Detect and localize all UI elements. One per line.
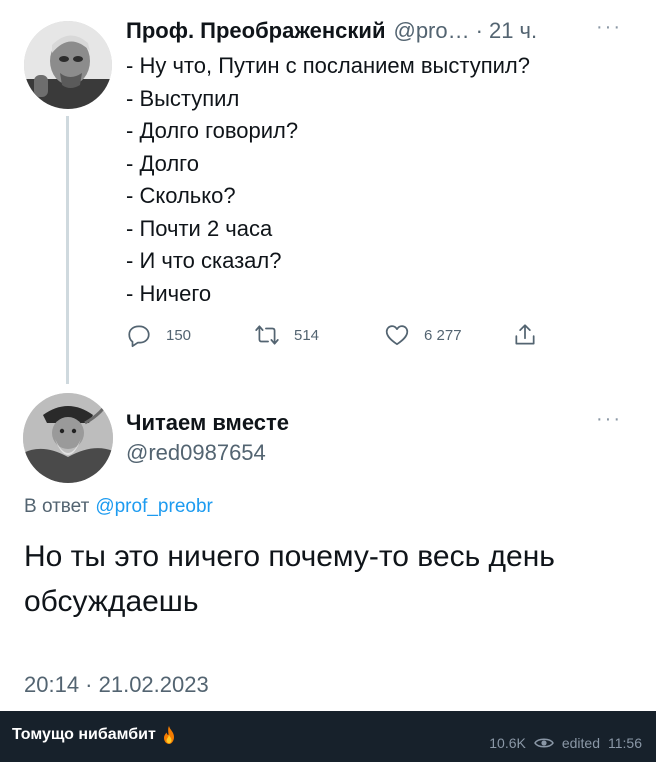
reply-button[interactable]: 150 (126, 322, 191, 348)
reply-count: 150 (166, 326, 192, 344)
tweet-line: - Ничего (126, 280, 212, 306)
view-count: 10.6K (489, 735, 526, 751)
post-meta: 10.6K edited 11:56 (489, 735, 642, 751)
heart-icon (385, 325, 409, 346)
author-avatar[interactable] (24, 21, 112, 109)
edited-label: edited (561, 735, 600, 751)
thread-line (66, 116, 69, 384)
tweet-line: - Выступил (126, 85, 240, 111)
fire-emoji-icon (163, 726, 174, 744)
tweet-header: Проф. Преображенский @pro… · 21 ч. (126, 18, 537, 46)
more-options-icon[interactable]: ··· (596, 17, 622, 37)
reply-to-prefix: В ответ (24, 496, 90, 517)
author-handle[interactable]: @pro… (393, 18, 469, 44)
author-name[interactable]: Проф. Преображенский (126, 18, 385, 44)
tweet-text: - Ну что, Путин с посланием выступил? - … (126, 50, 626, 310)
tweet-line: - И что сказал? (126, 248, 282, 273)
like-button[interactable]: 6 277 (384, 322, 462, 348)
post-time: 11:56 (608, 735, 642, 751)
eye-icon (533, 738, 554, 748)
reply-author-avatar-photo (23, 393, 113, 483)
retweet-icon (255, 325, 279, 345)
retweet-button[interactable]: 514 (254, 322, 319, 348)
reply-timestamp[interactable]: 20:14 · 21.02.2023 (24, 672, 209, 698)
tweet-line: - Сколько? (126, 183, 236, 208)
separator-dot: · (475, 18, 483, 43)
tweet-time[interactable]: 21 ч. (489, 18, 537, 44)
tweet-line: - Долго (126, 150, 199, 176)
reply-icon (128, 325, 150, 348)
reply-author-avatar[interactable] (23, 393, 113, 483)
reply-author-name[interactable]: Читаем вместе (126, 410, 289, 436)
tweet-line: - Долго говорил? (126, 118, 299, 143)
reply-more-options-icon[interactable]: ··· (596, 409, 622, 429)
like-count: 6 277 (424, 326, 462, 344)
reply-author-handle[interactable]: @red0987654 (126, 440, 266, 466)
share-button[interactable] (512, 322, 552, 348)
retweet-count: 514 (294, 326, 320, 344)
tweet-line: - Почти 2 часа (126, 215, 273, 241)
tweet-action-bar: 150 514 6 277 (126, 322, 556, 352)
reply-text: Но ты это ничего почему-то весь день обс… (24, 540, 555, 618)
post-caption: Томущо нибамбит (12, 725, 178, 745)
author-avatar-photo (24, 21, 112, 109)
reply-to-line: В ответ @prof_preobr (24, 496, 213, 518)
share-icon (515, 324, 535, 345)
tweet-line: - Ну что, Путин с посланием выступил? (126, 53, 530, 78)
post-caption-text: Томущо нибамбит (12, 726, 156, 743)
channel-post-footer: Томущо нибамбит 10.6K edited 11:56 (0, 711, 656, 762)
reply-to-mention[interactable]: @prof_preobr (95, 496, 213, 517)
